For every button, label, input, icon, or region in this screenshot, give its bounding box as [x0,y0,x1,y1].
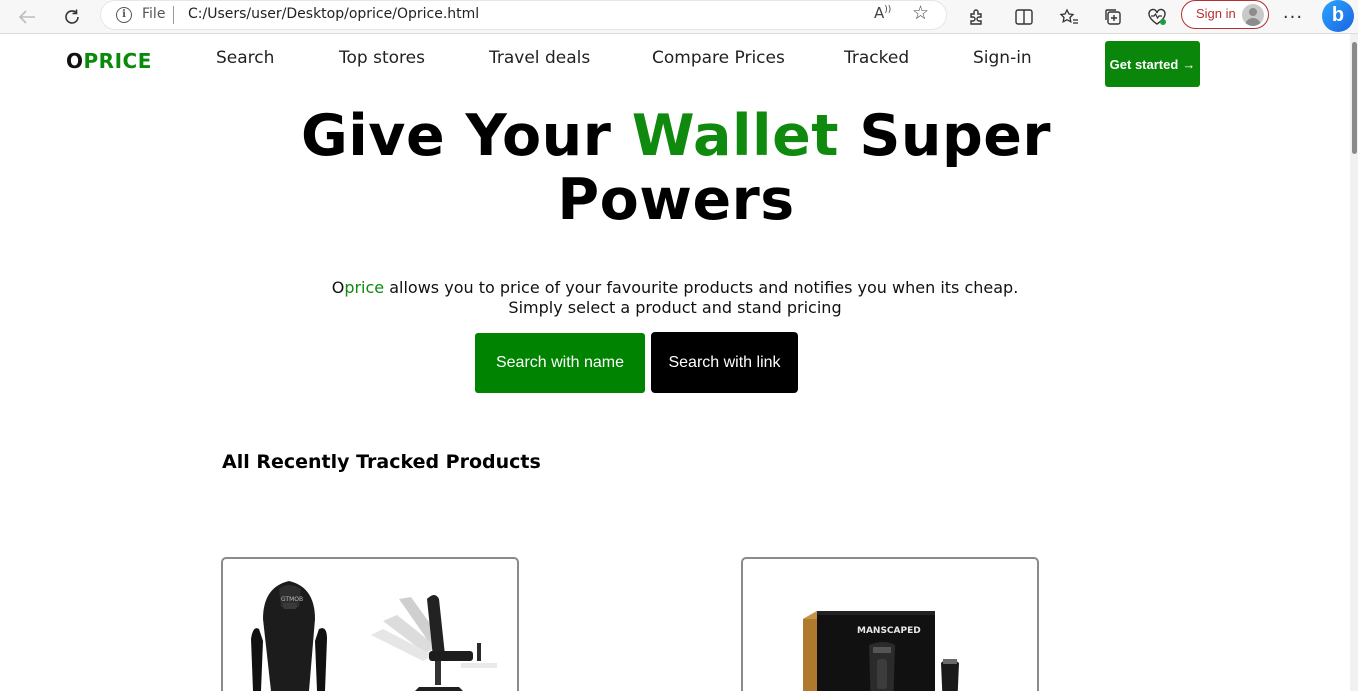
browser-sign-in-button[interactable]: Sign in [1181,0,1269,29]
back-arrow-icon[interactable] [14,4,40,30]
chair-brand-mark: GTMOB [281,596,303,603]
search-with-link-button[interactable]: Search with link [651,332,798,393]
address-bar[interactable]: i File C:/Users/user/Desktop/oprice/Opri… [100,0,947,30]
nav-sign-in[interactable]: Sign-in [973,48,1032,68]
nav-search[interactable]: Search [216,48,274,68]
nav-tracked[interactable]: Tracked [844,48,909,68]
logo-first-letter: O [66,49,84,73]
site-logo[interactable]: OPRICE [66,49,152,73]
more-menu-icon[interactable]: ··· [1280,4,1306,30]
collections-icon[interactable] [1100,4,1126,30]
read-aloud-icon[interactable]: A)) [874,4,891,22]
split-screen-icon[interactable] [1011,4,1037,30]
product-card[interactable]: MANSCAPED [741,557,1039,691]
gaming-chair-image: GTMOB [251,581,497,691]
browser-toolbar: i File C:/Users/user/Desktop/oprice/Opri… [0,0,1358,34]
logo-rest: PRICE [83,49,152,73]
hero-title: Give Your Wallet Super Powers [200,104,1152,232]
extensions-icon[interactable] [963,4,989,30]
browser-sign-in-label: Sign in [1196,6,1236,21]
trimmer-box-image: MANSCAPED [803,611,959,691]
refresh-icon[interactable] [59,4,85,30]
box-brand-mark: MANSCAPED [857,626,921,636]
address-scheme: File [142,6,166,22]
hero-sub-text: allows you to price of your favourite pr… [384,278,1019,317]
hero-title-highlight: Wallet [631,103,839,169]
profile-avatar-icon [1242,4,1264,26]
favorites-icon[interactable] [1056,4,1082,30]
search-with-name-button[interactable]: Search with name [475,333,645,393]
nav-compare-prices[interactable]: Compare Prices [652,48,785,68]
favorite-star-icon[interactable]: ☆ [912,2,929,24]
hero-sub-brand-first: O [331,278,345,297]
hero-subtitle: Oprice allows you to price of your favou… [330,278,1020,318]
get-started-label: Get started [1109,56,1179,72]
performance-heart-icon[interactable] [1144,4,1170,30]
url-text[interactable]: C:/Users/user/Desktop/oprice/Oprice.html [188,6,479,22]
nav-top-stores[interactable]: Top stores [339,48,425,68]
page-scrollbar[interactable] [1350,34,1358,691]
get-started-button[interactable]: Get started → [1105,41,1200,87]
bing-copilot-icon[interactable]: b [1322,0,1354,32]
scrollbar-thumb[interactable] [1352,42,1357,154]
nav-travel-deals[interactable]: Travel deals [489,48,590,68]
recent-products-title: All Recently Tracked Products [222,451,541,473]
hero-title-part1: Give Your [300,103,632,169]
product-card[interactable]: GTMOB [221,557,519,691]
hero-sub-brand-rest: price [344,278,385,297]
arrow-right-icon: → [1182,56,1196,72]
info-icon[interactable]: i [116,7,132,23]
address-divider [173,6,174,24]
